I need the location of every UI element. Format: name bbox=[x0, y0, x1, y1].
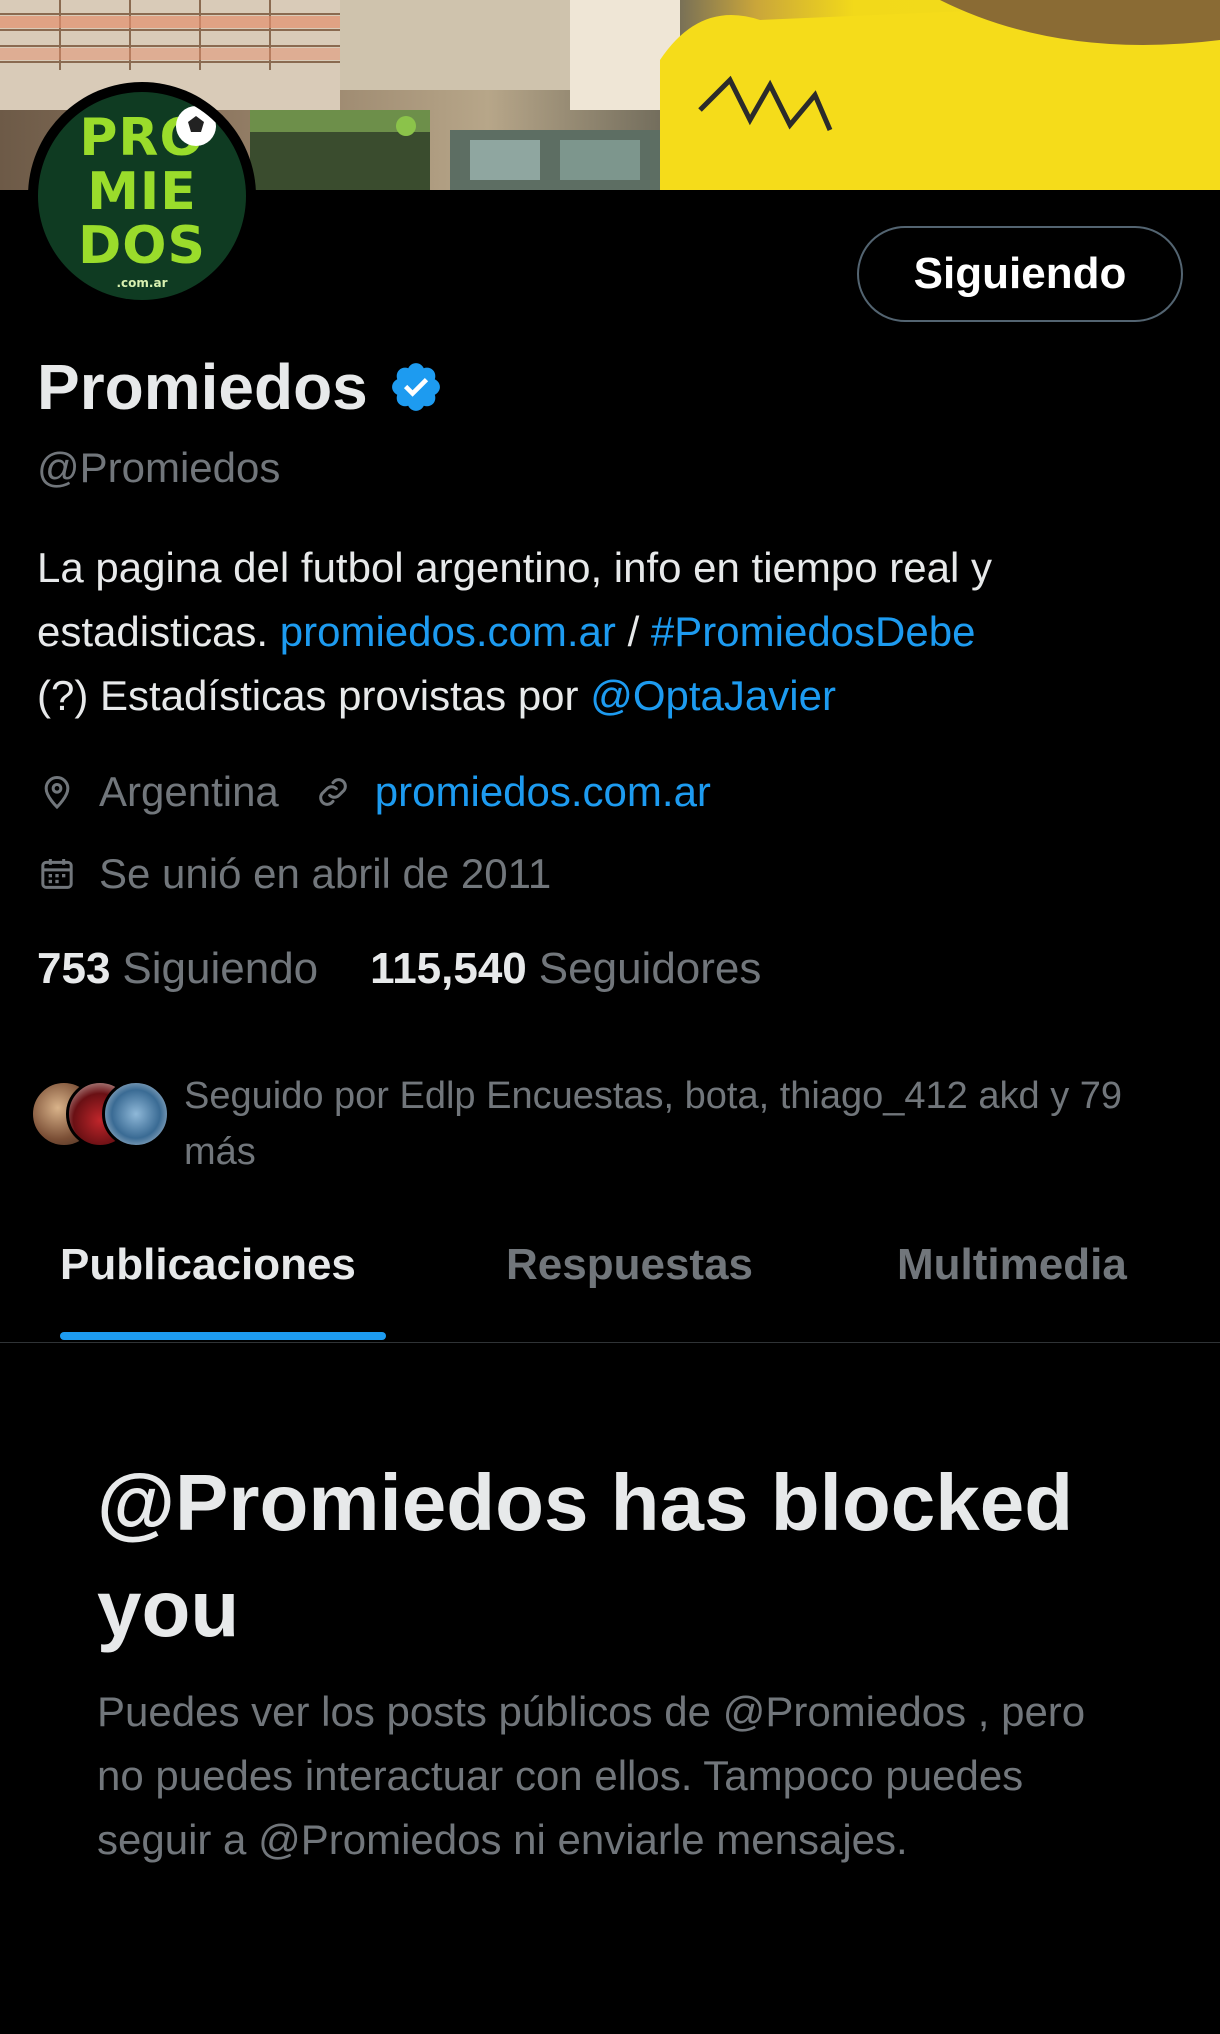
tab-multimedia[interactable]: Multimedia bbox=[897, 1240, 1127, 1290]
display-name: Promiedos bbox=[37, 351, 368, 423]
blocked-title: @Promiedos has blocked you bbox=[97, 1458, 1074, 1653]
verified-badge-icon[interactable] bbox=[388, 359, 444, 415]
followers-label: Seguidores bbox=[538, 944, 762, 993]
location-text: Argentina bbox=[99, 768, 279, 815]
followed-by-section[interactable]: Seguido por Edlp Encuestas, bota, thiago… bbox=[30, 1068, 1200, 1178]
following-count: 753 bbox=[37, 944, 111, 993]
bio-line-3: (?) Estadísticas provistas por @OptaJavi… bbox=[37, 664, 1197, 728]
profile-name-row: Promiedos bbox=[37, 350, 444, 424]
bio-text-credits: (?) Estadísticas provistas por bbox=[37, 672, 591, 719]
bio-text: estadisticas. bbox=[37, 608, 280, 655]
website-link[interactable]: promiedos.com.ar bbox=[375, 768, 711, 816]
profile-avatar[interactable]: PRO MIE DOS .com.ar bbox=[28, 82, 256, 310]
bio-mention-link[interactable]: @OptaJavier bbox=[590, 672, 836, 719]
bio-separator: / bbox=[615, 608, 651, 655]
logo-text-line-2: MIE bbox=[87, 162, 197, 222]
promiedos-logo: PRO MIE DOS .com.ar bbox=[38, 92, 246, 300]
tab-respuestas[interactable]: Respuestas bbox=[506, 1240, 753, 1290]
following-label: Siguiendo bbox=[122, 944, 319, 993]
calendar-icon bbox=[41, 859, 73, 889]
link-icon bbox=[318, 778, 347, 806]
profile-handle: @Promiedos bbox=[37, 444, 281, 491]
bio-website-link[interactable]: promiedos.com.ar bbox=[280, 608, 616, 655]
bio-line-1: La pagina del futbol argentino, info en … bbox=[37, 544, 992, 591]
tabs-divider bbox=[0, 1342, 1220, 1343]
bio-hashtag-link[interactable]: #PromiedosDebe bbox=[651, 608, 976, 655]
profile-tabs: Publicaciones Respuestas Multimedia bbox=[0, 1240, 1220, 1344]
bio-line-2: estadisticas. promiedos.com.ar / #Promie… bbox=[37, 600, 1197, 664]
profile-meta-location-row: Argentina promiedos.com.ar bbox=[37, 768, 711, 816]
profile-bio: La pagina del futbol argentino, info en … bbox=[37, 536, 1197, 728]
location-icon bbox=[44, 775, 70, 810]
joined-text: Se unió en abril de 2011 bbox=[99, 850, 552, 897]
followers-stat[interactable]: 115,540 Seguidores bbox=[370, 944, 761, 994]
logo-text-line-3: DOS bbox=[78, 216, 206, 276]
follower-avatar bbox=[102, 1080, 170, 1148]
soccer-ball-icon bbox=[176, 106, 216, 146]
following-stat[interactable]: 753 Siguiendo bbox=[37, 944, 318, 994]
following-button[interactable]: Siguiendo bbox=[857, 226, 1183, 322]
logo-domain-text: .com.ar bbox=[116, 276, 168, 290]
followed-by-text: Seguido por Edlp Encuestas, bota, thiago… bbox=[184, 1075, 1123, 1173]
followers-count: 115,540 bbox=[370, 944, 527, 993]
profile-meta-joined-row: Se unió en abril de 2011 bbox=[37, 850, 551, 898]
active-tab-indicator bbox=[60, 1332, 386, 1340]
profile-stats: 753 Siguiendo 115,540 Seguidores bbox=[37, 944, 761, 994]
tab-publicaciones[interactable]: Publicaciones bbox=[60, 1240, 356, 1290]
blocked-description: Puedes ver los posts públicos de @Promie… bbox=[97, 1688, 1086, 1863]
